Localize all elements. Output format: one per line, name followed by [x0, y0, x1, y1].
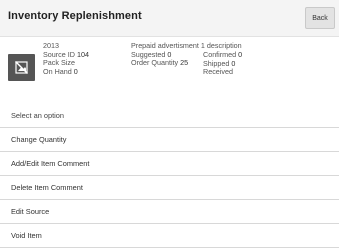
- header-bar: Inventory Replenishment Back: [0, 0, 339, 37]
- back-button[interactable]: Back: [305, 7, 335, 29]
- page-title: Inventory Replenishment: [8, 10, 142, 22]
- received-label: Received: [203, 67, 233, 77]
- on-hand-label: On Hand: [43, 66, 72, 76]
- confirmed-value: 0: [238, 50, 243, 59]
- order-quantity-value: 25: [180, 58, 189, 68]
- void-item-option[interactable]: Void Item: [0, 224, 339, 248]
- item-info-panel: 2013 Source ID 104 Pack Size On Hand 0 P…: [0, 36, 339, 98]
- item-status-column: Confirmed 0 Shipped 0 Received: [203, 50, 243, 77]
- delete-item-comment-option[interactable]: Delete Item Comment: [0, 176, 339, 200]
- order-quantity-label: Order Quantity: [131, 58, 179, 68]
- source-id-value: 104: [76, 49, 89, 59]
- on-hand-value: 0: [73, 66, 78, 76]
- change-quantity-option[interactable]: Change Quantity: [0, 128, 339, 152]
- options-menu-header: Select an option: [0, 104, 339, 128]
- image-unavailable-icon: [8, 54, 35, 81]
- item-id-column: 2013 Source ID 104 Pack Size On Hand 0: [43, 41, 89, 77]
- add-edit-item-comment-option[interactable]: Add/Edit Item Comment: [0, 152, 339, 176]
- edit-source-option[interactable]: Edit Source: [0, 200, 339, 224]
- options-menu: Select an option Change Quantity Add/Edi…: [0, 104, 339, 248]
- on-hand-row: On Hand 0: [43, 66, 89, 77]
